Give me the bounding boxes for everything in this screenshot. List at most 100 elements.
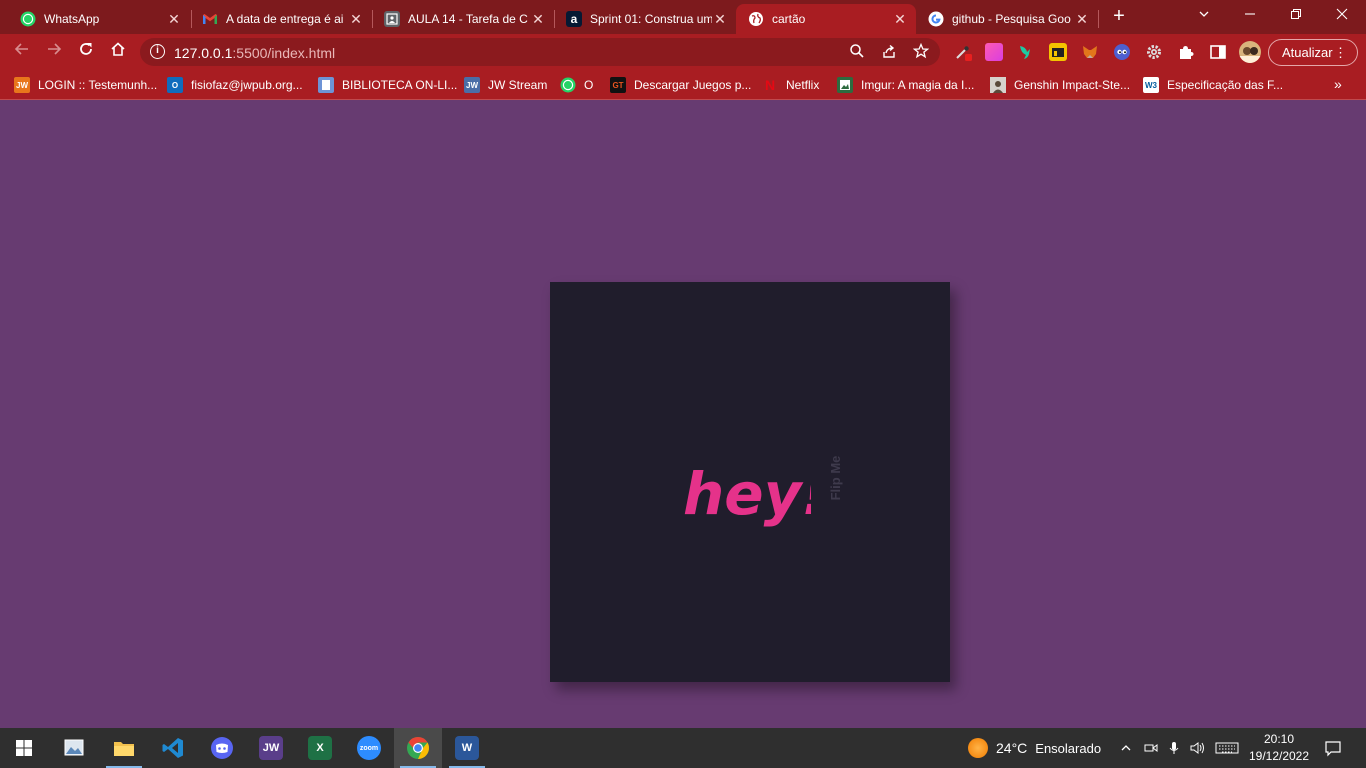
zoom-search-icon[interactable] bbox=[848, 43, 866, 61]
taskbar-app-excel[interactable]: X bbox=[296, 728, 344, 768]
close-icon[interactable]: ✕ bbox=[348, 11, 364, 28]
bird-extension-icon[interactable] bbox=[1017, 43, 1035, 61]
close-icon[interactable]: ✕ bbox=[166, 11, 182, 28]
library-icon bbox=[318, 77, 334, 93]
tab-gmail[interactable]: A data de entrega é ai ✕ bbox=[190, 4, 372, 34]
tab-title: AULA 14 - Tarefa de C bbox=[408, 12, 528, 26]
photos-icon bbox=[64, 739, 84, 756]
w3c-icon: W3 bbox=[1143, 77, 1159, 93]
tab-alura[interactable]: a Sprint 01: Construa um ✕ bbox=[554, 4, 736, 34]
notification-icon[interactable] bbox=[1324, 728, 1342, 768]
word-icon: W bbox=[455, 736, 479, 760]
whatsapp-icon bbox=[20, 11, 36, 27]
bookmark-star-icon[interactable] bbox=[912, 42, 930, 61]
vscode-icon bbox=[162, 738, 183, 758]
color-picker-extension-icon[interactable] bbox=[985, 43, 1003, 61]
metamask-fox-icon[interactable] bbox=[1081, 43, 1099, 61]
tab-title: WhatsApp bbox=[44, 12, 100, 26]
tab-whatsapp[interactable]: WhatsApp ✕ bbox=[8, 4, 190, 34]
svg-text:hey!: hey! bbox=[683, 460, 811, 528]
side-panel-icon[interactable] bbox=[1209, 43, 1227, 61]
home-icon[interactable] bbox=[106, 40, 130, 64]
address-url: 127.0.0.1:5500/index.html bbox=[174, 45, 336, 61]
gmail-icon bbox=[202, 11, 218, 27]
keyboard-icon[interactable] bbox=[1215, 728, 1239, 768]
eyedropper-extension-icon[interactable] bbox=[954, 43, 972, 61]
tab-strip: WhatsApp ✕ A data de entrega é ai ✕ AULA… bbox=[0, 0, 1366, 34]
tab-title: cartão bbox=[772, 12, 806, 26]
taskbar-app-discord[interactable] bbox=[198, 728, 246, 768]
bookmarks-bar: JW LOGIN :: Testemunh... O fisiofaz@jwpu… bbox=[0, 70, 1366, 100]
hey-greeting: hey! bbox=[683, 460, 811, 528]
eyes-extension-icon[interactable] bbox=[1113, 43, 1131, 61]
tab-classroom[interactable]: AULA 14 - Tarefa de C ✕ bbox=[372, 4, 554, 34]
windows-taskbar: JW X zoom W 24°C Ensolarado 20:10 19/12/… bbox=[0, 728, 1366, 768]
bookmark-item[interactable]: W3 Especificação das F... bbox=[1143, 76, 1283, 94]
tab-search-chevron-icon[interactable] bbox=[1184, 4, 1224, 26]
new-tab-button[interactable]: + bbox=[1108, 6, 1130, 28]
bookmark-item[interactable]: N Netflix bbox=[762, 76, 819, 94]
sun-icon bbox=[968, 738, 988, 758]
restore-icon[interactable] bbox=[1276, 4, 1316, 26]
start-button[interactable] bbox=[0, 728, 48, 768]
google-icon bbox=[928, 11, 944, 27]
extensions-puzzle-icon[interactable] bbox=[1177, 43, 1195, 61]
taskbar-app-chrome[interactable] bbox=[394, 728, 442, 768]
reload-icon[interactable] bbox=[74, 40, 98, 64]
volume-icon[interactable] bbox=[1190, 728, 1206, 768]
profile-avatar[interactable] bbox=[1239, 41, 1261, 63]
close-icon[interactable]: ✕ bbox=[712, 11, 728, 28]
discord-icon bbox=[211, 737, 233, 759]
bookmark-item[interactable]: Imgur: A magia da I... bbox=[837, 76, 974, 94]
bookmark-item[interactable]: JW LOGIN :: Testemunh... bbox=[14, 76, 157, 94]
imgur-icon bbox=[837, 77, 853, 93]
weather-widget[interactable]: 24°C Ensolarado bbox=[968, 728, 1101, 768]
bookmark-item[interactable]: O fisiofaz@jwpub.org... bbox=[167, 76, 303, 94]
bookmark-item[interactable]: O bbox=[560, 76, 593, 94]
update-button[interactable]: Atualizar ⋮ bbox=[1268, 39, 1358, 66]
close-icon[interactable]: ✕ bbox=[530, 11, 546, 28]
whatsapp-icon bbox=[560, 77, 576, 93]
outlook-icon: O bbox=[167, 77, 183, 93]
close-window-icon[interactable] bbox=[1322, 4, 1362, 26]
taskbar-app-jw-library[interactable]: JW bbox=[247, 728, 295, 768]
taskbar-app-zoom[interactable]: zoom bbox=[345, 728, 393, 768]
address-bar[interactable]: i 127.0.0.1:5500/index.html bbox=[140, 38, 940, 66]
close-icon[interactable]: ✕ bbox=[1074, 11, 1090, 28]
camera-icon[interactable] bbox=[1144, 728, 1158, 768]
jw-stream-icon: JW bbox=[464, 77, 480, 93]
bookmark-item[interactable]: Genshin Impact-Ste... bbox=[990, 76, 1130, 94]
bookmark-item[interactable]: JW JW Stream bbox=[464, 76, 547, 94]
zoom-icon: zoom bbox=[357, 736, 381, 760]
microphone-icon[interactable] bbox=[1168, 728, 1180, 768]
jw-library-icon: JW bbox=[259, 736, 283, 760]
menu-dots-icon[interactable]: ⋮ bbox=[1334, 40, 1347, 65]
notes-extension-icon[interactable] bbox=[1049, 43, 1067, 61]
minimize-icon[interactable] bbox=[1230, 4, 1270, 26]
chrome-icon bbox=[407, 737, 429, 759]
browser-toolbar: i 127.0.0.1:5500/index.html Atualizar ⋮ bbox=[0, 34, 1366, 70]
clock[interactable]: 20:10 19/12/2022 bbox=[1244, 731, 1314, 765]
close-icon[interactable]: ✕ bbox=[892, 11, 908, 28]
bookmarks-overflow-icon[interactable]: » bbox=[1334, 76, 1342, 92]
taskbar-app-word[interactable]: W bbox=[443, 728, 491, 768]
settings-gear-icon[interactable] bbox=[1145, 43, 1163, 61]
excel-icon: X bbox=[308, 736, 332, 760]
site-info-icon[interactable]: i bbox=[150, 44, 165, 59]
share-icon[interactable] bbox=[880, 43, 898, 61]
taskbar-app-vscode[interactable] bbox=[149, 728, 197, 768]
tab-google-search[interactable]: github - Pesquisa Goo ✕ bbox=[916, 4, 1098, 34]
classroom-icon bbox=[384, 11, 400, 27]
bookmark-item[interactable]: BIBLIOTECA ON-LI... bbox=[318, 76, 457, 94]
tab-cartao[interactable]: cartão ✕ bbox=[736, 4, 916, 34]
taskbar-app-photos[interactable] bbox=[50, 728, 98, 768]
tray-overflow-chevron-icon[interactable] bbox=[1120, 728, 1132, 768]
games-icon: GT bbox=[610, 77, 626, 93]
back-icon[interactable] bbox=[10, 40, 34, 64]
netflix-icon: N bbox=[764, 77, 776, 93]
bookmark-item[interactable]: GT Descargar Juegos p... bbox=[610, 76, 751, 94]
flip-me-hint: Flip Me bbox=[828, 455, 843, 501]
taskbar-app-explorer[interactable] bbox=[100, 728, 148, 768]
folder-icon bbox=[114, 742, 134, 756]
forward-icon[interactable] bbox=[42, 40, 66, 64]
